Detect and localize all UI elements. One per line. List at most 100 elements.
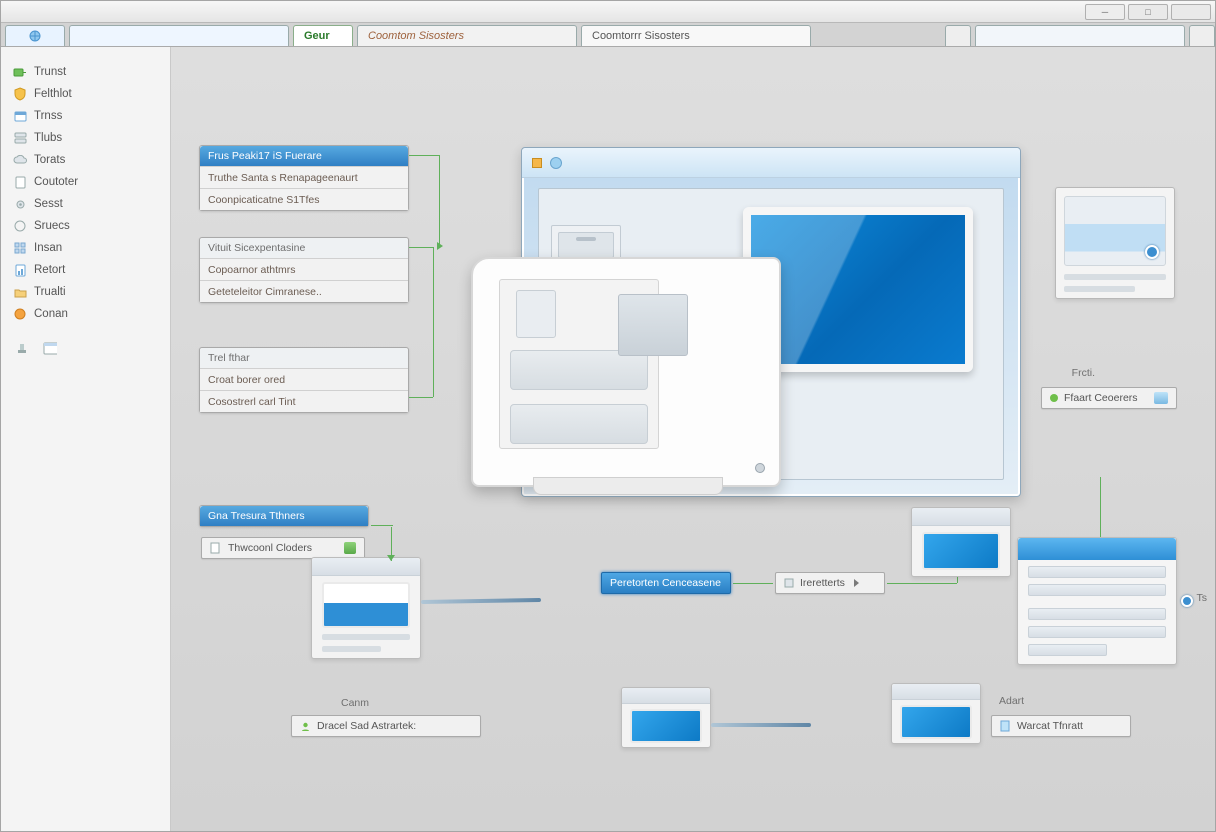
preview-title-bar	[522, 148, 1020, 178]
doc-blue-icon	[1000, 720, 1011, 732]
label-frcti: Frcti.	[1072, 367, 1095, 379]
active-tab[interactable]: Geur	[293, 25, 353, 46]
sidebar-item-conan[interactable]: Conan	[7, 303, 164, 325]
chip-ffaart[interactable]: Ffaart Ceoerers	[1041, 387, 1177, 409]
gear-icon	[13, 197, 27, 211]
card-base	[533, 477, 723, 495]
panel-title: Vituit Sicexpentasine	[200, 238, 408, 258]
chip-warcat[interactable]: Warcat Tfnratt	[991, 715, 1131, 737]
sidebar-item-sruecs[interactable]: Sruecs	[7, 215, 164, 237]
folder-icon	[13, 285, 27, 299]
sidebar-item-label: Trnss	[34, 110, 62, 122]
search-field[interactable]	[975, 25, 1185, 46]
tile-stack[interactable]	[911, 507, 1011, 577]
panel-row[interactable]: Coonpicaticatne S1Tfes	[200, 188, 408, 210]
status-icon	[344, 542, 356, 554]
file-title-tab[interactable]: Coomtorrr Sisosters	[581, 25, 811, 46]
sidebar-item-trnss[interactable]: Trnss	[7, 105, 164, 127]
chip-thwcoonl[interactable]: Thwcoonl Cloders	[201, 537, 365, 559]
sidebar-item-felthlot[interactable]: Felthlot	[7, 83, 164, 105]
panel-row[interactable]: Geteteleitor Cimranese..	[200, 280, 408, 302]
panel-trel[interactable]: Trel fthar Croat borer ored Cosostrerl c…	[199, 347, 409, 413]
pen-graphic-2	[711, 723, 811, 727]
floating-document-card[interactable]	[471, 257, 781, 487]
sidebar-item-retort[interactable]: Retort	[7, 259, 164, 281]
chip-peretorten[interactable]: Peretorten Cenceasene	[601, 572, 731, 594]
sidebar-item-label: Conan	[34, 308, 68, 320]
orange-circle-icon	[13, 307, 27, 321]
card-row	[510, 350, 648, 390]
calendar-icon	[13, 109, 27, 123]
sidebar-item-sesst[interactable]: Sesst	[7, 193, 164, 215]
sidebar-item-label: Torats	[34, 154, 65, 166]
tab-strip: Geur Coomtom Sisosters Coomtorrr Sisoste…	[1, 23, 1215, 47]
app-logo-tab[interactable]	[5, 25, 65, 46]
green-dot-icon	[1050, 394, 1058, 402]
sidebar-item-label: Retort	[34, 264, 65, 276]
sidebar-item-label: Tlubs	[34, 132, 62, 144]
label-adart: Adart	[999, 695, 1024, 707]
blank-tab[interactable]	[69, 25, 289, 46]
sidebar-item-trunst[interactable]: Trunst	[7, 61, 164, 83]
label-ts: Ts	[1197, 592, 1208, 604]
panel-fuerare[interactable]: Frus Peaki17 iS Fuerare Truthe Santa s R…	[199, 145, 409, 211]
sidebar-item-label: Insan	[34, 242, 62, 254]
thumbnail-icon	[516, 290, 556, 338]
port-icon[interactable]	[1181, 595, 1193, 607]
person-icon	[300, 721, 311, 732]
diagram-canvas[interactable]: Frus Peaki17 iS Fuerare Truthe Santa s R…	[171, 47, 1215, 831]
chip-ireretterts[interactable]: Ireretterts	[775, 572, 885, 594]
sidebar-item-trualti[interactable]: Trualti	[7, 281, 164, 303]
window-close-button[interactable]	[1171, 4, 1211, 20]
window-icon[interactable]	[43, 341, 57, 355]
screen-icon	[1154, 392, 1168, 404]
decorative-knob-icon	[1145, 245, 1159, 259]
window-title-bar: ─ □	[1, 1, 1215, 23]
chevron-right-icon	[854, 579, 859, 587]
sidebar-item-label: Trualti	[34, 286, 66, 298]
chip-label: Thwcoonl Cloders	[228, 542, 312, 554]
pen-graphic	[421, 598, 541, 604]
page-icon	[13, 175, 27, 189]
panel-title: Frus Peaki17 iS Fuerare	[200, 146, 408, 166]
right-info-panel[interactable]	[1055, 187, 1175, 299]
tool-button-2[interactable]	[1189, 25, 1215, 46]
chip-label: Warcat Tfnratt	[1017, 720, 1083, 732]
panel-row[interactable]: Croat borer ored	[200, 368, 408, 390]
active-tab-label: Geur	[304, 30, 330, 42]
sidebar-item-coutoter[interactable]: Coutoter	[7, 171, 164, 193]
sidebar-item-label: Sruecs	[34, 220, 70, 232]
panel-image	[1064, 196, 1166, 266]
address-tab[interactable]: Coomtom Sisosters	[357, 25, 577, 46]
server-icon	[13, 131, 27, 145]
app-window: ─ □ Geur Coomtom Sisosters Coomtorrr Sis…	[0, 0, 1216, 832]
cloud-icon	[13, 153, 27, 167]
right-wide-card[interactable]	[1017, 537, 1177, 665]
tool-button-1[interactable]	[945, 25, 971, 46]
sidebar-bottom-tools	[7, 341, 164, 355]
tile-computer-left[interactable]	[311, 557, 421, 659]
panel-vituit[interactable]: Vituit Sicexpentasine Copoarnor athtmrs …	[199, 237, 409, 303]
window-minimize-button[interactable]: ─	[1085, 4, 1125, 20]
stamp-icon[interactable]	[15, 341, 29, 355]
sidebar-item-torats[interactable]: Torats	[7, 149, 164, 171]
card-inner	[499, 279, 659, 449]
window-maximize-button[interactable]: □	[1128, 4, 1168, 20]
panel-row[interactable]: Truthe Santa s Renapageenaurt	[200, 166, 408, 188]
sidebar-item-label: Coutoter	[34, 176, 78, 188]
tile-mini-center[interactable]	[621, 687, 711, 748]
chip-dracel[interactable]: Dracel Sad Astrartek:	[291, 715, 481, 737]
sidebar-item-insan[interactable]: Insan	[7, 237, 164, 259]
panel-gna[interactable]: Gna Tresura Tthners	[199, 505, 369, 527]
tile-mini-right[interactable]	[891, 683, 981, 744]
panel-row[interactable]: Copoarnor athtmrs	[200, 258, 408, 280]
sidebar-item-tlubs[interactable]: Tlubs	[7, 127, 164, 149]
blue-circle-icon	[550, 157, 562, 169]
image-icon	[618, 294, 688, 356]
panel-row[interactable]: Cosostrerl carl Tint	[200, 390, 408, 412]
grid-icon	[13, 241, 27, 255]
sidebar-item-label: Trunst	[34, 66, 66, 78]
card-header	[1018, 538, 1176, 560]
circle-icon	[13, 219, 27, 233]
tag-icon	[13, 65, 27, 79]
